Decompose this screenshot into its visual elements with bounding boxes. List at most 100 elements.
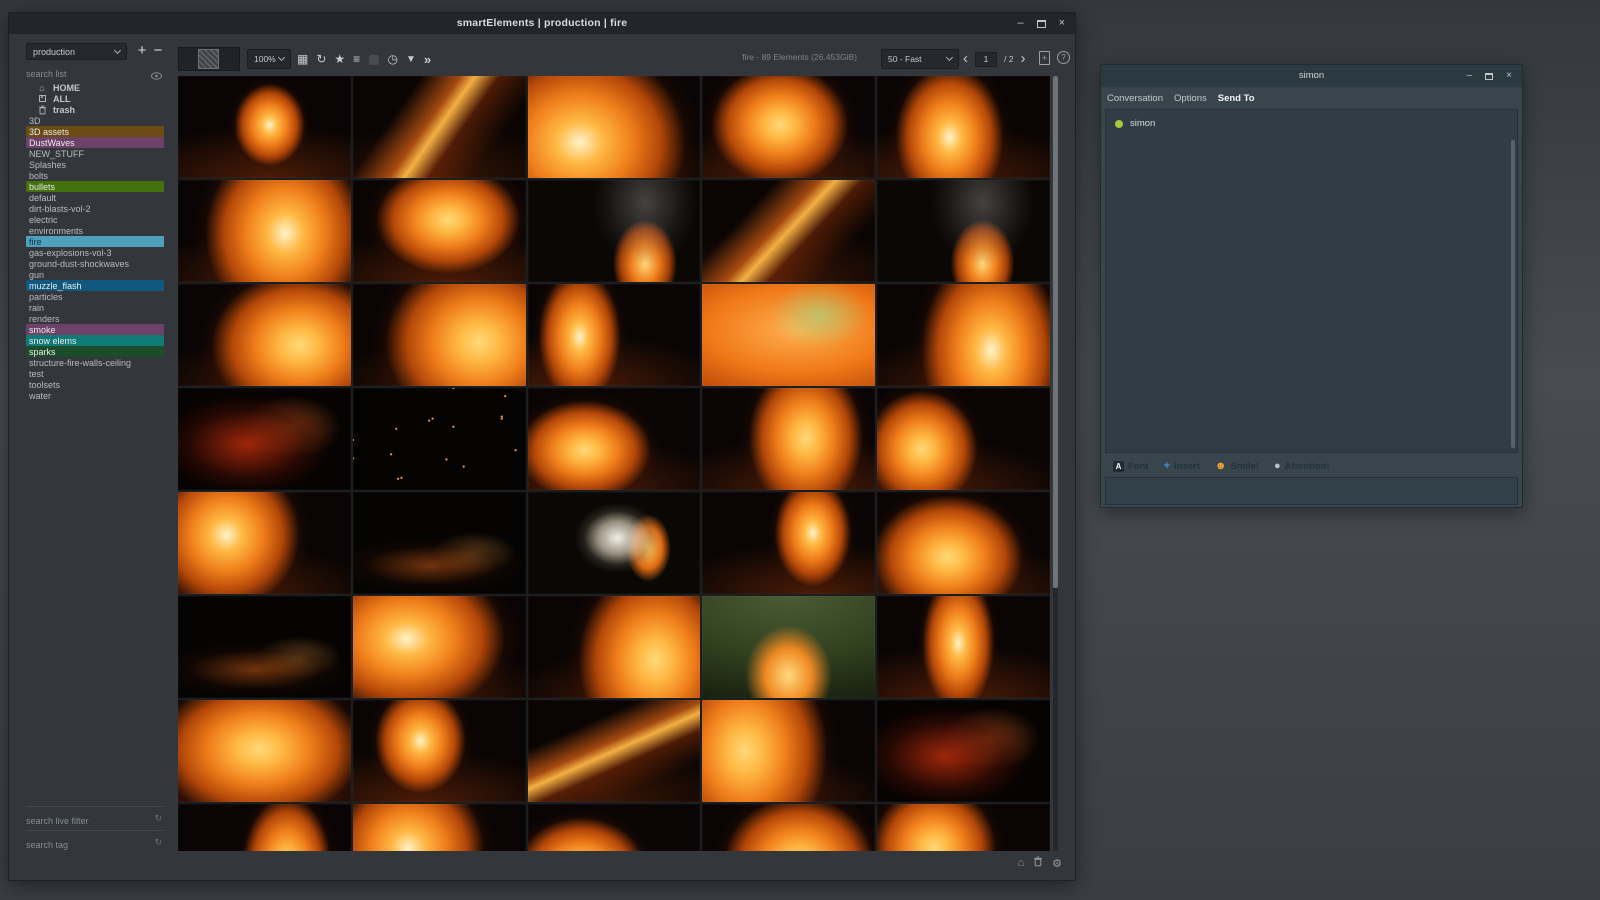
asset-thumbnail[interactable] bbox=[528, 388, 701, 490]
sidebar-item-test[interactable]: test bbox=[26, 368, 164, 379]
slider-handle[interactable] bbox=[198, 49, 219, 69]
sidebar-item-particles[interactable]: particles bbox=[26, 291, 164, 302]
prev-page-button[interactable]: ‹ bbox=[963, 51, 968, 66]
asset-thumbnail[interactable] bbox=[877, 700, 1050, 802]
asset-thumbnail[interactable] bbox=[877, 180, 1050, 282]
sidebar-item-electric[interactable]: electric bbox=[26, 214, 164, 225]
sidebar-item-new-stuff[interactable]: NEW_STUFF bbox=[26, 148, 164, 159]
sidebar-item-rain[interactable]: rain bbox=[26, 302, 164, 313]
chat-titlebar[interactable]: simon – × bbox=[1101, 65, 1522, 87]
message-input[interactable] bbox=[1105, 477, 1518, 505]
chat-scrollbar-thumb[interactable] bbox=[1511, 140, 1515, 448]
sidebar-item-structure-fire-walls-ceiling[interactable]: structure-fire-walls-ceiling bbox=[26, 357, 164, 368]
sidebar-item-3d[interactable]: 3D bbox=[26, 115, 164, 126]
asset-thumbnail[interactable] bbox=[528, 492, 701, 594]
asset-thumbnail[interactable] bbox=[353, 388, 526, 490]
asset-thumbnail[interactable] bbox=[877, 388, 1050, 490]
search-list-input[interactable] bbox=[26, 67, 144, 81]
current-page-input[interactable] bbox=[975, 52, 997, 67]
sidebar-item-dustwaves[interactable]: DustWaves bbox=[26, 137, 164, 148]
sidebar-item-bolts[interactable]: bolts bbox=[26, 170, 164, 181]
filter-icon[interactable]: ▼ bbox=[406, 54, 416, 65]
favorites-icon[interactable]: ★ bbox=[334, 52, 345, 66]
sidebar-item-splashes[interactable]: Splashes bbox=[26, 159, 164, 170]
refresh-icon[interactable]: ↻ bbox=[154, 837, 162, 848]
attention--button[interactable]: ●Attention! bbox=[1274, 461, 1330, 472]
sidebar-item-snow-elems[interactable]: snow elems bbox=[26, 335, 164, 346]
sidebar-item-water[interactable]: water bbox=[26, 390, 164, 401]
sidebar-item-default[interactable]: default bbox=[26, 192, 164, 203]
remove-collection-button[interactable]: − bbox=[150, 42, 166, 60]
asset-thumbnail[interactable] bbox=[702, 388, 875, 490]
asset-thumbnail[interactable] bbox=[353, 804, 526, 851]
asset-thumbnail[interactable] bbox=[353, 492, 526, 594]
grid-scrollbar-thumb[interactable] bbox=[1053, 76, 1058, 588]
grid-view-icon[interactable]: ▦ bbox=[297, 52, 308, 66]
page-size-select[interactable]: 50 - Fast bbox=[881, 49, 959, 69]
preview-icon[interactable]: ▩ bbox=[368, 52, 379, 66]
sidebar-item-trash[interactable]: trash bbox=[26, 104, 164, 115]
sidebar-item-sparks[interactable]: sparks bbox=[26, 346, 164, 357]
minimize-button[interactable]: – bbox=[1467, 71, 1473, 81]
asset-thumbnail[interactable] bbox=[178, 180, 351, 282]
tab-options[interactable]: Options bbox=[1174, 93, 1207, 104]
sidebar-item-home[interactable]: ⌂HOME bbox=[26, 82, 164, 93]
asset-thumbnail[interactable] bbox=[353, 596, 526, 698]
new-page-icon[interactable]: + bbox=[1039, 51, 1050, 65]
settings-icon[interactable]: ⚙ bbox=[1052, 857, 1062, 870]
asset-thumbnail[interactable] bbox=[178, 492, 351, 594]
asset-thumbnail[interactable] bbox=[178, 700, 351, 802]
sidebar-item-fire[interactable]: fire bbox=[26, 236, 164, 247]
asset-thumbnail[interactable] bbox=[528, 284, 701, 386]
asset-thumbnail[interactable] bbox=[702, 700, 875, 802]
sidebar-item-toolsets[interactable]: toolsets bbox=[26, 379, 164, 390]
asset-thumbnail[interactable] bbox=[702, 180, 875, 282]
search-tag-input[interactable] bbox=[26, 838, 144, 852]
next-page-button[interactable]: › bbox=[1020, 51, 1025, 66]
collection-select[interactable]: production bbox=[26, 43, 127, 60]
sidebar-item-dirt-blasts-vol-2[interactable]: dirt-blasts-vol-2 bbox=[26, 203, 164, 214]
sidebar-item-3d-assets[interactable]: 3D assets bbox=[26, 126, 164, 137]
asset-thumbnail[interactable] bbox=[702, 284, 875, 386]
maximize-button[interactable] bbox=[1485, 73, 1493, 80]
asset-thumbnail[interactable] bbox=[353, 284, 526, 386]
asset-thumbnail[interactable] bbox=[528, 596, 701, 698]
asset-thumbnail[interactable] bbox=[702, 596, 875, 698]
sidebar-item-smoke[interactable]: smoke bbox=[26, 324, 164, 335]
tab-send-to[interactable]: Send To bbox=[1218, 93, 1255, 104]
zoom-select[interactable]: 100% bbox=[247, 49, 291, 69]
close-button[interactable]: × bbox=[1506, 71, 1512, 81]
font-button[interactable]: AFont bbox=[1113, 461, 1149, 472]
asset-thumbnail[interactable] bbox=[702, 76, 875, 178]
insert-button[interactable]: +Insert bbox=[1164, 461, 1200, 472]
asset-thumbnail[interactable] bbox=[877, 804, 1050, 851]
sidebar-item-gas-explosions-vol-3[interactable]: gas-explosions-vol-3 bbox=[26, 247, 164, 258]
asset-thumbnail[interactable] bbox=[877, 596, 1050, 698]
thumbnail-size-slider[interactable] bbox=[178, 47, 240, 71]
asset-thumbnail[interactable] bbox=[178, 76, 351, 178]
asset-thumbnail[interactable] bbox=[528, 700, 701, 802]
history-icon[interactable]: ◷ bbox=[388, 52, 398, 66]
asset-thumbnail[interactable] bbox=[528, 804, 701, 851]
main-titlebar[interactable]: smartElements | production | fire – × bbox=[9, 13, 1075, 34]
asset-thumbnail[interactable] bbox=[178, 284, 351, 386]
asset-thumbnail[interactable] bbox=[702, 804, 875, 851]
maximize-button[interactable] bbox=[1037, 20, 1046, 28]
grid-scrollbar[interactable] bbox=[1053, 76, 1058, 851]
minimize-button[interactable]: – bbox=[1017, 18, 1023, 29]
sidebar-item-environments[interactable]: environments bbox=[26, 225, 164, 236]
home-icon[interactable]: ⌂ bbox=[1017, 857, 1024, 869]
search-live-filter-input[interactable] bbox=[26, 814, 144, 828]
asset-thumbnail[interactable] bbox=[353, 76, 526, 178]
sidebar-item-gun[interactable]: gun bbox=[26, 269, 164, 280]
help-icon[interactable]: ? bbox=[1057, 51, 1070, 64]
skip-forward-icon[interactable]: » bbox=[424, 52, 431, 67]
asset-thumbnail[interactable] bbox=[877, 76, 1050, 178]
close-button[interactable]: × bbox=[1059, 18, 1065, 29]
asset-thumbnail[interactable] bbox=[528, 180, 701, 282]
smile--button[interactable]: ☻Smile! bbox=[1215, 461, 1259, 472]
refresh-icon[interactable]: ↻ bbox=[316, 52, 326, 66]
refresh-icon[interactable]: ↻ bbox=[154, 813, 162, 824]
asset-thumbnail[interactable] bbox=[877, 284, 1050, 386]
sidebar-item-bullets[interactable]: bullets bbox=[26, 181, 164, 192]
